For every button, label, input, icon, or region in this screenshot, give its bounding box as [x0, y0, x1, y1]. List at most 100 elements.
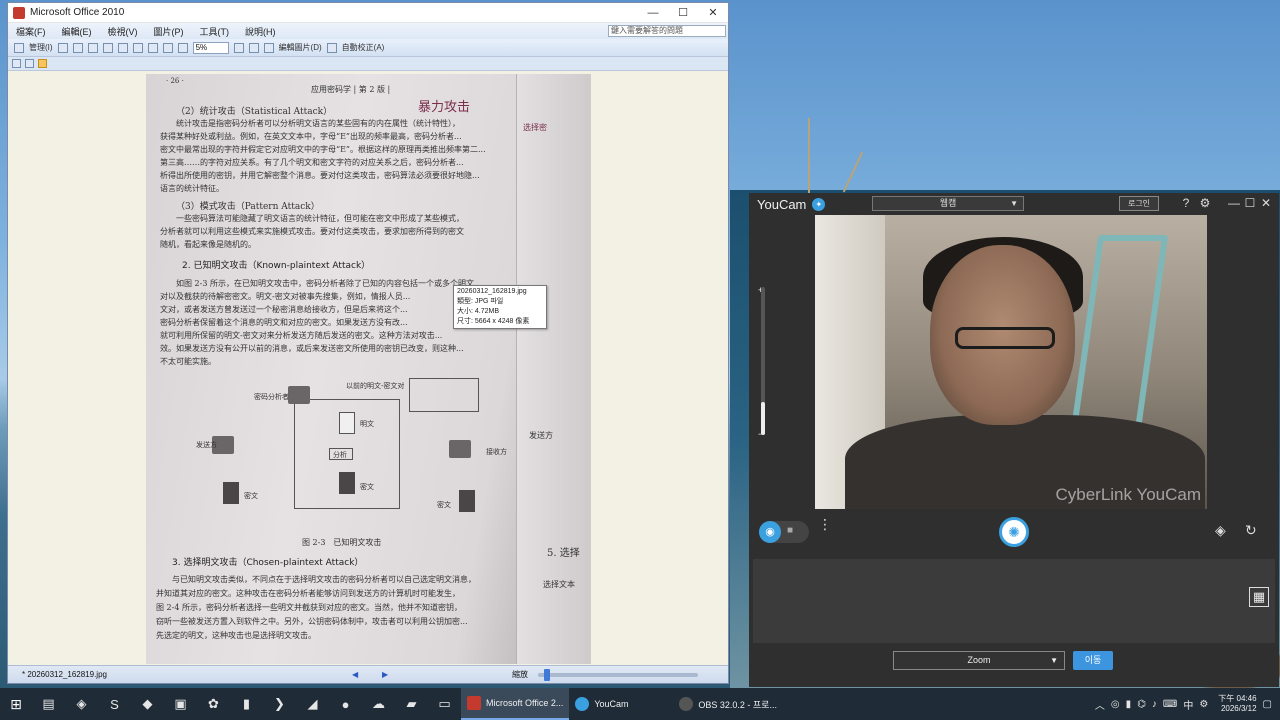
- firefox-icon[interactable]: ●: [329, 688, 362, 720]
- stat-line: 语言的统计特征。: [160, 184, 224, 193]
- section-pattern: （3）模式攻击（Pattern Attack）: [176, 202, 320, 212]
- right-page-sec5: 5. 选择: [547, 548, 580, 559]
- pin-app-icon[interactable]: ◆: [131, 688, 164, 720]
- edit-pictures-button[interactable]: 編輯圖片(D): [279, 42, 322, 53]
- cut-icon[interactable]: [102, 42, 113, 53]
- rotate-left-icon[interactable]: [248, 42, 259, 53]
- tooltip-type: 類型: JPG 파일: [457, 298, 504, 305]
- undo-icon[interactable]: [162, 42, 173, 53]
- thumbnail-view-icon[interactable]: [12, 59, 21, 68]
- close-icon[interactable]: ✕: [1259, 196, 1273, 210]
- more-options-icon[interactable]: ⋮: [818, 517, 832, 531]
- prev-picture-button[interactable]: ◀: [352, 670, 382, 679]
- effect-select[interactable]: Zoom ▼: [893, 651, 1065, 670]
- pattern-line: 分析者就可以利用这些模式来实施模式攻击。要对付这类攻击，要求加密所得到的密文: [160, 227, 464, 236]
- maximize-icon[interactable]: ☐: [1243, 196, 1257, 210]
- notification-icon[interactable]: ▢: [1263, 699, 1272, 710]
- known-line: 就可利用所保留的明文-密文对来分析发送方随后发送的密文。这种方法对攻击...: [160, 331, 443, 340]
- known-line: 密码分析者保留着这个消息的明文和对应的密文。如果发送方没有改...: [160, 318, 408, 327]
- store-icon[interactable]: ◈: [65, 688, 98, 720]
- help-icon[interactable]: [233, 42, 244, 53]
- next-picture-button[interactable]: ▶: [382, 670, 412, 679]
- rotate-right-icon[interactable]: [263, 42, 274, 53]
- skype-icon[interactable]: S: [98, 688, 131, 720]
- layers-icon[interactable]: ◈: [1215, 522, 1226, 539]
- tool-icon[interactable]: ✿: [197, 688, 230, 720]
- tray-ime-icon[interactable]: ⌨: [1163, 699, 1177, 710]
- delete-icon[interactable]: [147, 42, 158, 53]
- zoom-slider[interactable]: [538, 668, 698, 681]
- stat-line: 密文中最常出现的字符并假定它对应明文中的字母“E”。根据这样的原理再类推出频率第…: [160, 145, 486, 154]
- login-button[interactable]: 로그인: [1119, 196, 1159, 211]
- zoom-slider-thumb[interactable]: [544, 668, 550, 681]
- ciphertext-doc-icon: [339, 472, 355, 494]
- filmstrip-view-icon[interactable]: [25, 59, 34, 68]
- taskbar-app-obs[interactable]: OBS 32.0.2 - 프로...: [673, 688, 783, 720]
- notes-icon[interactable]: ▰: [395, 688, 428, 720]
- taskbar-clock[interactable]: 下午 04:46 2026/3/12: [1218, 694, 1256, 714]
- known-line: 效。如果发送方没有公开以前的消息，或后来发送密文所使用的密钥已改变，则这种...: [160, 344, 464, 353]
- zoom-slider[interactable]: [761, 287, 765, 435]
- paste-icon[interactable]: [132, 42, 143, 53]
- menu-view[interactable]: 檢視(V): [108, 25, 138, 38]
- minimize-icon[interactable]: —: [638, 3, 668, 23]
- print-icon[interactable]: [72, 42, 83, 53]
- tray-usb-icon[interactable]: ▮: [1126, 699, 1132, 710]
- grid-icon[interactable]: ▦: [1249, 587, 1269, 607]
- rotate-icon[interactable]: ↻: [1245, 522, 1257, 539]
- tray-expand-icon[interactable]: ︿: [1095, 697, 1105, 712]
- maximize-icon[interactable]: ☐: [668, 3, 698, 23]
- camera-icon[interactable]: ◉: [759, 521, 781, 543]
- section-statistical: （2）统计攻击（Statistical Attack）: [176, 107, 333, 117]
- notification-badge-icon[interactable]: ✦: [812, 197, 826, 211]
- calculator-icon[interactable]: ▤: [32, 688, 65, 720]
- save-icon[interactable]: [57, 42, 68, 53]
- tray-network-icon[interactable]: ⌬: [1137, 699, 1146, 710]
- known-line: 如图 2-3 所示，在已知明文攻击中，密码分析者除了已知的内容包括一个或多个明文…: [176, 279, 482, 288]
- organize-button[interactable]: 管理(I): [29, 42, 53, 53]
- copy-icon[interactable]: [117, 42, 128, 53]
- mail-icon[interactable]: [87, 42, 98, 53]
- picture-canvas: 选择密 发送方 发送方 5. 选择 选择文本 · 26 · 应用密码学 | 第 …: [8, 72, 728, 666]
- camera-source-select[interactable]: 웹캠 ▼: [872, 196, 1024, 211]
- shortcuts-icon[interactable]: [14, 42, 24, 53]
- taskbar-app-office[interactable]: Microsoft Office 2...: [461, 688, 570, 720]
- video-camera-icon[interactable]: ■: [787, 525, 793, 536]
- close-icon[interactable]: ✕: [698, 3, 728, 23]
- tray-volume-icon[interactable]: ♪: [1152, 699, 1157, 710]
- minimize-icon[interactable]: —: [1227, 196, 1241, 210]
- office-window-title: Microsoft Office 2010: [30, 7, 125, 18]
- single-picture-view-icon[interactable]: [38, 59, 47, 68]
- help-search-input[interactable]: 鍵入需要解答的問題: [608, 25, 726, 37]
- menu-help[interactable]: 說明(H): [245, 25, 276, 38]
- menu-edit[interactable]: 編輯(E): [62, 25, 92, 38]
- menu-tools[interactable]: 工具(T): [200, 25, 230, 38]
- redo-icon[interactable]: [177, 42, 188, 53]
- powershell-icon[interactable]: ❯: [263, 688, 296, 720]
- taskbar-app-youcam[interactable]: YouCam: [569, 688, 673, 720]
- autocorrect-button[interactable]: 自動校正(A): [342, 42, 385, 53]
- sender-ciphertext-icon: [223, 482, 239, 504]
- youcam-window: YouCam ✦ 웹캠 ▼ 로그인 ? ⚙ — ☐ ✕ CyberLink Yo…: [749, 193, 1279, 687]
- stat-line: 获得某种好处或利益。例如，在英文文本中，字母“E”出现的频率最高，密码分析者..…: [160, 132, 462, 141]
- apply-button[interactable]: 이동: [1073, 651, 1113, 670]
- menu-file[interactable]: 檔案(F): [16, 25, 46, 38]
- visual-studio-icon[interactable]: ◢: [296, 688, 329, 720]
- usb-icon[interactable]: ▮: [230, 688, 263, 720]
- capture-mode-toggle[interactable]: ◉ ■: [759, 521, 809, 543]
- tray-ime-mode[interactable]: 中: [1183, 697, 1193, 712]
- tray-app-icon[interactable]: ◎: [1111, 699, 1120, 710]
- shutter-button[interactable]: ✺: [999, 517, 1029, 547]
- help-icon[interactable]: ?: [1179, 196, 1193, 210]
- gear-icon[interactable]: ⚙: [1198, 196, 1212, 210]
- zoom-out-icon[interactable]: −: [758, 429, 763, 439]
- windows-start-icon[interactable]: ⊞: [0, 688, 32, 720]
- cloud-icon[interactable]: ☁: [362, 688, 395, 720]
- pdf-icon[interactable]: ▣: [164, 688, 197, 720]
- tray-settings-icon[interactable]: ⚙: [1199, 699, 1208, 710]
- menu-picture[interactable]: 圖片(P): [154, 25, 184, 38]
- receiver-computer-icon: [449, 440, 471, 458]
- folder-icon[interactable]: ▭: [428, 688, 461, 720]
- zoom-select[interactable]: 5%: [192, 41, 229, 54]
- autocorrect-icon[interactable]: [326, 42, 337, 53]
